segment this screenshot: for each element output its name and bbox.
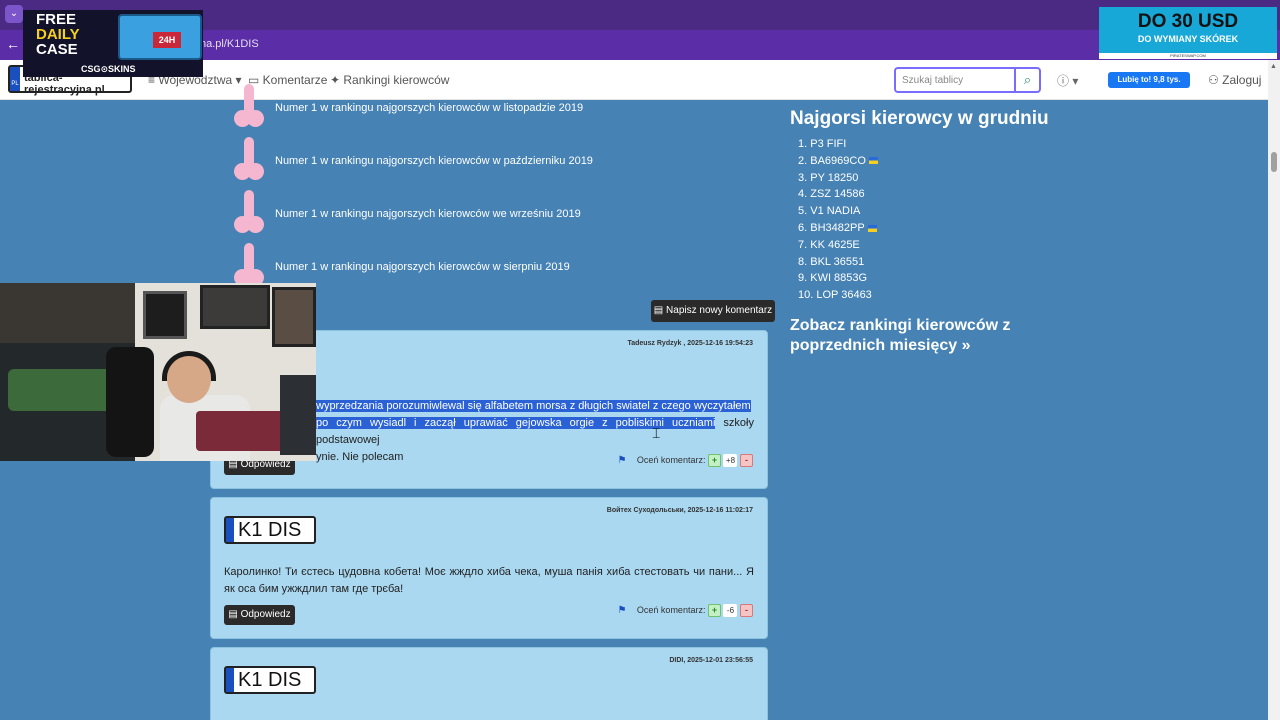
promo-case: CASE xyxy=(36,41,78,58)
back-arrow-icon[interactable]: ← xyxy=(6,36,20,52)
list-item[interactable]: 10. LOP 36463 xyxy=(798,289,878,306)
ua-flag-icon xyxy=(867,224,877,232)
ad-headline: DO 30 USD xyxy=(1137,11,1239,32)
scroll-up-icon[interactable]: ▲ xyxy=(1270,63,1277,70)
comment-text-end: ynie. Nie polecam xyxy=(316,451,404,463)
plate-number: K1 DIS xyxy=(238,669,302,691)
list-item[interactable]: 6. BH3482PP xyxy=(798,222,878,239)
help-dropdown[interactable]: ⓘ ▾ xyxy=(1057,72,1078,89)
scrollbar-thumb[interactable] xyxy=(1271,152,1277,172)
ranking-history-text: Numer 1 w rankingu najgorszych kierowców… xyxy=(275,155,593,167)
url-text[interactable]: na.pl/K1DIS xyxy=(200,38,259,50)
list-item[interactable]: 2. BA6969CO xyxy=(798,155,878,172)
upvote-button[interactable]: + xyxy=(707,454,721,467)
promo-overlay: FREE DAILY CASE 24H CSG⊙SKINS xyxy=(23,10,203,77)
rating-label: Oceń komentarz: xyxy=(636,605,706,615)
rating-label: Oceń komentarz: xyxy=(636,455,706,465)
ranking-history-text: Numer 1 w rankingu najgorszych kierowców… xyxy=(275,208,581,220)
selected-text: wyprzedzania porozumiwlewal się alfabete… xyxy=(316,400,751,412)
driver-plate: 2. BA6969CO xyxy=(798,154,866,167)
webcam-picture-frame xyxy=(200,285,270,329)
search-input[interactable]: Szukaj tablicy xyxy=(894,67,1014,93)
comment-text[interactable]: Каролинко! Ти єстесь цудовна кобета! Моє… xyxy=(224,564,754,598)
tab-menu-chevron-icon[interactable]: ⌄ xyxy=(5,5,23,23)
list-item[interactable]: 5. V1 NADIA xyxy=(798,205,878,222)
comment-card: DIDI, 2025-12-01 23:56:55 K1 DIS xyxy=(210,647,768,720)
search-icon[interactable]: ⌕ xyxy=(1014,67,1041,93)
driver-plate: 1. P3 FIFI xyxy=(798,138,847,150)
ranking-history-item: Numer 1 w rankingu najgorszych kierowców… xyxy=(232,190,752,240)
upvote-button[interactable]: + xyxy=(707,604,721,617)
plate-number: K1 DIS xyxy=(238,519,302,541)
promo-brand: CSG⊙SKINS xyxy=(81,64,136,74)
comment-author-date: Tadeusz Rydzyk , 2025-12-16 19:54:23 xyxy=(627,340,753,347)
page-scrollbar[interactable]: ▲ xyxy=(1268,60,1280,720)
comment-score: -6 xyxy=(723,604,738,617)
plate-flag-icon xyxy=(226,518,234,542)
previous-rankings-link[interactable]: Zobacz rankingi kierowców z poprzednich … xyxy=(790,316,1050,356)
comment-icon: ▤ xyxy=(653,305,664,316)
webcam-monitor xyxy=(280,375,316,455)
webcam-overlay xyxy=(0,283,316,461)
license-plate: K1 DIS xyxy=(224,516,316,544)
login-label: Zaloguj xyxy=(1222,73,1262,87)
driver-plate: 8. BKL 36551 xyxy=(798,255,865,268)
list-item[interactable]: 7. KK 4625E xyxy=(798,239,878,256)
driver-plate: 9. KWI 8853G xyxy=(798,272,868,285)
comment-author-date: DIDI, 2025-12-01 23:56:55 xyxy=(669,657,753,664)
promo-daily: DAILY xyxy=(36,26,80,43)
user-icon: ⚇ xyxy=(1208,73,1219,87)
downvote-button[interactable]: - xyxy=(740,454,753,467)
webcam-picture-frame xyxy=(272,287,316,347)
list-item[interactable]: 8. BKL 36551 xyxy=(798,256,878,273)
driver-plate: 5. V1 NADIA xyxy=(798,205,861,218)
ranking-badge-icon xyxy=(232,84,266,134)
new-comment-label: Napisz nowy komentarz xyxy=(666,305,773,316)
plate-flag-icon xyxy=(226,668,234,692)
promo-free: FREE xyxy=(36,11,77,28)
comment-author-date: Войтех Суходольськи, 2025-12-16 11:02:17 xyxy=(606,507,753,514)
list-item[interactable]: 4. ZSZ 14586 xyxy=(798,188,878,205)
new-comment-button[interactable]: ▤ Napisz nowy komentarz xyxy=(651,300,775,322)
ad-subline: DO WYMIANY SKÓREK xyxy=(1137,34,1239,44)
ad-banner[interactable]: DO 30 USD DO WYMIANY SKÓREK PIRATESWAP.C… xyxy=(1099,7,1277,59)
ranking-history-text: Numer 1 w rankingu najgorszych kierowców… xyxy=(275,261,570,273)
ranking-badge-icon xyxy=(232,190,266,240)
license-plate: K1 DIS xyxy=(224,666,316,694)
comment-rating: ⚑ Oceń komentarz: + +8 - xyxy=(617,454,753,467)
list-item[interactable]: 1. P3 FIFI xyxy=(798,138,878,155)
ad-url: PIRATESWAP.COM xyxy=(1099,53,1277,59)
worst-drivers-list: 1. P3 FIFI 2. BA6969CO 3. PY 18250 4. ZS… xyxy=(798,138,878,306)
facebook-like-button[interactable]: Lubię to! 9,8 tys. xyxy=(1108,72,1190,88)
sidebar-title: Najgorsi kierowcy w grudniu xyxy=(790,108,1049,129)
comment-score: +8 xyxy=(723,454,738,467)
driver-plate: 4. ZSZ 14586 xyxy=(798,188,865,201)
webcam-chair xyxy=(106,347,154,457)
list-item[interactable]: 9. KWI 8853G xyxy=(798,272,878,289)
driver-plate: 3. PY 18250 xyxy=(798,171,859,184)
ranking-history-item: Numer 1 w rankingu najgorszych kierowców… xyxy=(232,84,752,134)
driver-plate: 6. BH3482PP xyxy=(798,221,865,234)
login-link[interactable]: ⚇ Zaloguj xyxy=(1208,73,1261,87)
text-cursor-icon: ⌶ xyxy=(652,425,661,441)
reply-button[interactable]: ▤ Odpowiedz xyxy=(224,605,295,625)
webcam-picture-frame xyxy=(143,291,187,339)
ranking-history-text: Numer 1 w rankingu najgorszych kierowców… xyxy=(275,102,584,114)
downvote-button[interactable]: - xyxy=(740,604,753,617)
comment-card: Войтех Суходольськи, 2025-12-16 11:02:17… xyxy=(210,497,768,639)
report-flag-icon[interactable]: ⚑ xyxy=(617,605,626,616)
promo-24h: 24H xyxy=(153,32,181,48)
pl-flag-icon: PL xyxy=(10,67,20,91)
comment-rating: ⚑ Oceń komentarz: + -6 - xyxy=(617,604,753,617)
ranking-history-item: Numer 1 w rankingu najgorszych kierowców… xyxy=(232,137,752,187)
reply-label: Odpowiedz xyxy=(240,609,291,620)
driver-plate: 7. KK 4625E xyxy=(798,238,860,251)
list-item[interactable]: 3. PY 18250 xyxy=(798,172,878,189)
ua-flag-icon xyxy=(868,157,878,165)
driver-plate: 10. LOP 36463 xyxy=(798,289,872,302)
report-flag-icon[interactable]: ⚑ xyxy=(617,455,626,466)
help-icon: ⓘ xyxy=(1057,74,1070,88)
ranking-badge-icon xyxy=(232,137,266,187)
